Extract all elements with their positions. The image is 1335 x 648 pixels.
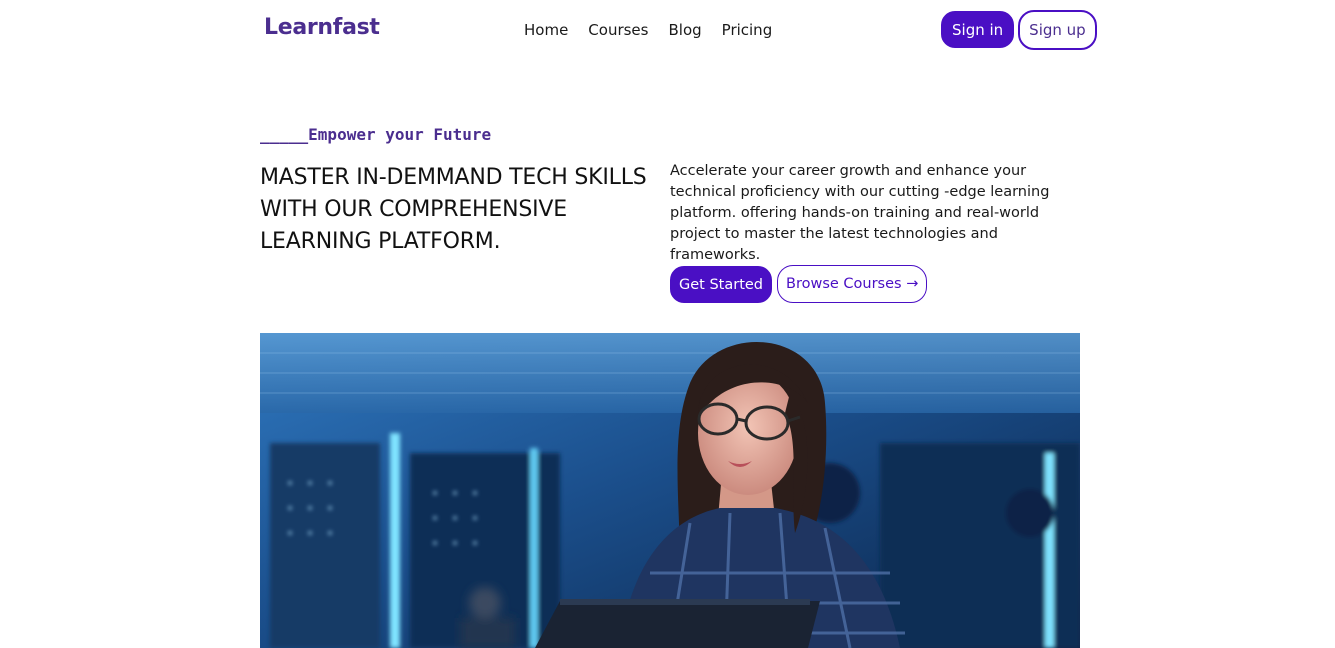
sign-up-button[interactable]: Sign up: [1018, 10, 1097, 50]
main-nav: Home Courses Blog Pricing: [524, 21, 772, 39]
nav-item-blog[interactable]: Blog: [668, 21, 701, 39]
sign-in-button[interactable]: Sign in: [941, 11, 1015, 48]
browse-courses-button[interactable]: Browse Courses →: [777, 265, 928, 303]
hero-actions: Get Started Browse Courses →: [670, 265, 928, 303]
brand-logo[interactable]: Learnfast: [264, 15, 380, 40]
hero-photo-illustration: [260, 333, 1080, 648]
auth-buttons: Sign in Sign up: [941, 10, 1097, 50]
hero-headline: MASTER IN-DEMMAND TECH SKILLS WITH OUR C…: [260, 165, 647, 254]
get-started-button[interactable]: Get Started: [670, 266, 772, 303]
hero-image: [260, 333, 1080, 648]
nav-item-home[interactable]: Home: [524, 21, 568, 39]
nav-item-courses[interactable]: Courses: [588, 21, 648, 39]
hero-eyebrow: _____Empower your Future: [260, 125, 492, 144]
nav-item-pricing[interactable]: Pricing: [722, 21, 773, 39]
hero-description: Accelerate your career growth and enhanc…: [670, 163, 1050, 263]
site-header: Learnfast Home Courses Blog Pricing Sign…: [0, 0, 1335, 64]
